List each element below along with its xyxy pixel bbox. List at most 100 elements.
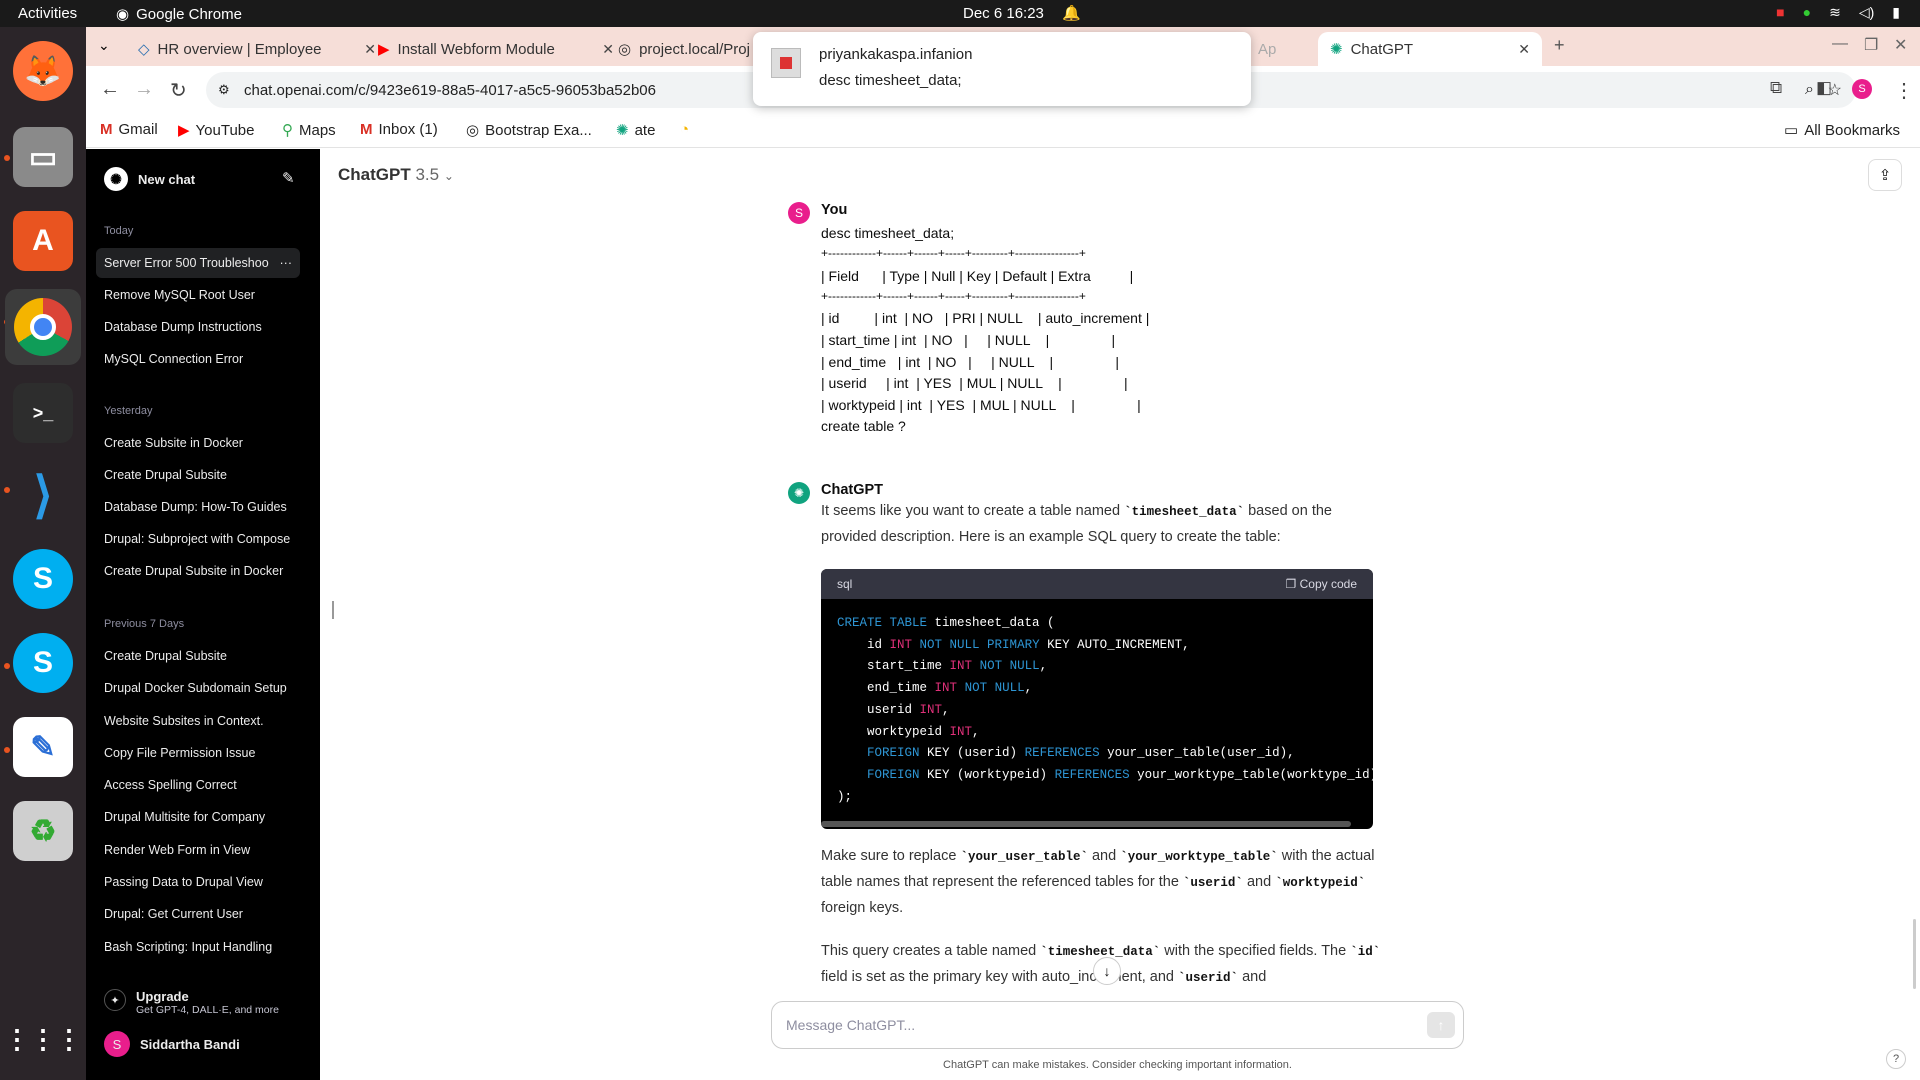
inline-code: `timesheet_data` — [1124, 505, 1245, 519]
user-menu[interactable]: S Siddartha Bandi — [104, 1031, 240, 1057]
code-scrollbar[interactable] — [821, 821, 1351, 827]
back-button[interactable]: ← — [100, 78, 120, 101]
activities-button[interactable]: Activities — [18, 5, 77, 22]
bookmark-inbox[interactable]: M Inbox (1) — [360, 121, 438, 138]
chat-item[interactable]: Database Dump: How-To Guides — [96, 492, 300, 522]
edit-icon[interactable]: ✎ — [282, 169, 295, 187]
tab-search-icon[interactable]: ⌄ — [98, 37, 110, 54]
tab-project-local[interactable]: ◎ project.local/Proj — [606, 32, 756, 66]
user-author: You — [821, 202, 848, 218]
close-icon[interactable]: ✕ — [1518, 41, 1530, 58]
skype-icon-2[interactable]: S — [13, 633, 73, 693]
bookmark-ate[interactable]: ✺ ate — [616, 121, 655, 140]
new-tab-button[interactable]: + — [1554, 35, 1565, 56]
extensions-icon[interactable]: ⧉ — [1770, 78, 1782, 98]
page-scrollbar[interactable] — [1913, 919, 1916, 989]
chat-item[interactable]: Access Spelling Correct — [96, 770, 300, 800]
more-options-icon[interactable]: ··· — [280, 256, 293, 270]
section-previous-7-days: Previous 7 Days — [104, 618, 185, 630]
section-today: Today — [104, 225, 134, 237]
copy-code-button[interactable]: ❐ Copy code — [1286, 577, 1357, 591]
chat-item[interactable]: Database Dump Instructions — [96, 312, 300, 342]
chat-item[interactable]: Drupal Multisite for Company — [96, 802, 300, 832]
maximize-button[interactable]: ❐ — [1864, 35, 1878, 55]
terminal-icon[interactable]: >_ — [13, 383, 73, 443]
bookmark-bootstrap[interactable]: ◎ Bootstrap Exa... — [466, 121, 592, 140]
system-tray[interactable]: ■ ● ≋ ◁) ▮ — [1776, 4, 1900, 21]
tab-install-webform[interactable]: ▶ Install Webform Module ✕ — [366, 32, 626, 66]
app-menu[interactable]: ◉ Google Chrome — [116, 5, 242, 24]
minimize-button[interactable]: — — [1832, 35, 1848, 53]
chat-item[interactable]: Website Subsites in Context. — [96, 706, 300, 736]
notification-popup[interactable]: priyankakaspa.infanion desc timesheet_da… — [753, 32, 1251, 106]
chat-title: Access Spelling Correct — [104, 778, 237, 792]
site-info-icon[interactable]: ⚙ — [218, 82, 230, 98]
tab-chatgpt[interactable]: ✺ ChatGPT ✕ — [1318, 32, 1542, 66]
chat-item[interactable]: Copy File Permission Issue — [96, 738, 300, 768]
running-indicator — [4, 155, 10, 161]
chat-item[interactable]: Create Drupal Subsite — [96, 641, 300, 671]
bot-author: ChatGPT — [821, 482, 884, 498]
app-name: Google Chrome — [136, 5, 242, 23]
chat-item[interactable]: Drupal: Subproject with Compose — [96, 524, 300, 554]
chat-item[interactable]: MySQL Connection Error — [96, 344, 300, 374]
chat-item[interactable]: Server Error 500 Troubleshoo ··· — [96, 248, 300, 278]
text: field is set as the primary key with aut… — [821, 969, 1179, 985]
chatgpt-icon: ✺ — [616, 122, 629, 139]
chat-item[interactable]: Drupal: Get Current User — [96, 899, 300, 929]
user-avatar: S — [104, 1031, 130, 1057]
share-button[interactable]: ⇪ — [1868, 159, 1902, 191]
chat-item[interactable]: Create Drupal Subsite in Docker — [96, 556, 300, 586]
help-icon[interactable]: ? — [1886, 1049, 1906, 1069]
firefox-icon[interactable]: 🦊 — [13, 41, 73, 101]
send-button[interactable]: ↑ — [1427, 1012, 1455, 1038]
message-input[interactable]: Message ChatGPT... ↑ — [771, 1001, 1464, 1049]
chat-item[interactable]: Bash Scripting: Input Handling — [96, 932, 300, 962]
tab-hr-overview[interactable]: ◇ HR overview | Employee ✕ — [126, 32, 388, 66]
vscode-icon[interactable]: ⟩ — [13, 465, 73, 525]
upgrade-button[interactable]: ✦ Upgrade Get GPT-4, DALL·E, and more — [104, 989, 279, 1016]
skype-icon[interactable]: S — [13, 549, 73, 609]
chrome-menu-icon[interactable]: ⋮ — [1894, 78, 1914, 103]
bookmark-gmail[interactable]: M Gmail — [100, 121, 158, 138]
reload-button[interactable]: ↻ — [170, 78, 187, 103]
chat-item[interactable]: Remove MySQL Root User — [96, 280, 300, 310]
inline-code: `userid` — [1178, 971, 1239, 985]
tab-ap[interactable]: Ap — [1246, 32, 1286, 66]
profile-avatar[interactable]: S — [1852, 79, 1872, 99]
chat-title: Drupal: Subproject with Compose — [104, 532, 291, 546]
all-bookmarks[interactable]: ▭ All Bookmarks — [1784, 121, 1900, 140]
text-editor-icon[interactable]: ✎ — [13, 717, 73, 777]
zoom-icon[interactable]: ⌕ — [1805, 81, 1814, 99]
forward-button[interactable]: → — [134, 78, 154, 101]
chat-item[interactable]: Drupal Docker Subdomain Setup — [96, 673, 300, 703]
new-chat-button[interactable]: ✺ New chat — [104, 167, 195, 191]
clock[interactable]: Dec 6 16:23 — [963, 5, 1044, 22]
chat-item[interactable]: Create Subsite in Docker — [96, 428, 300, 458]
bookmark-youtube[interactable]: ▶ YouTube — [178, 121, 255, 140]
app-grid-icon[interactable]: ⋮⋮⋮ — [4, 1009, 82, 1069]
chevron-down-icon: ⌄ — [443, 169, 454, 183]
youtube-icon: ▶ — [178, 122, 190, 139]
files-icon[interactable]: ▭ — [13, 127, 73, 187]
trash-icon[interactable]: ♻ — [13, 801, 73, 861]
hr-favicon-icon: ◇ — [138, 41, 150, 58]
chat-item[interactable]: Create Drupal Subsite — [96, 460, 300, 490]
software-icon[interactable]: A — [13, 211, 73, 271]
scroll-down-button[interactable]: ↓ — [1093, 957, 1121, 985]
code-language: sql — [837, 577, 853, 591]
chat-item[interactable]: Render Web Form in View — [96, 835, 300, 865]
bookmark-maps[interactable]: ⚲ Maps — [282, 121, 336, 140]
upgrade-label: Upgrade — [136, 989, 189, 1004]
chatgpt-avatar-icon: ✺ — [788, 482, 810, 504]
running-indicator — [4, 663, 10, 669]
window-close-button[interactable]: ✕ — [1894, 35, 1907, 55]
chat-title: Create Subsite in Docker — [104, 436, 243, 450]
bookmark-clock-icon[interactable]: ◔ — [680, 121, 689, 138]
model-selector[interactable]: ChatGPT 3.5 ⌄ — [338, 165, 454, 185]
side-panel-icon[interactable]: ◧ — [1816, 78, 1832, 98]
chat-item[interactable]: Passing Data to Drupal View — [96, 867, 300, 897]
chrome-dock-icon[interactable] — [5, 289, 81, 365]
sidebar-toggle-handle[interactable] — [332, 601, 334, 619]
gmail-icon: M — [100, 121, 113, 138]
